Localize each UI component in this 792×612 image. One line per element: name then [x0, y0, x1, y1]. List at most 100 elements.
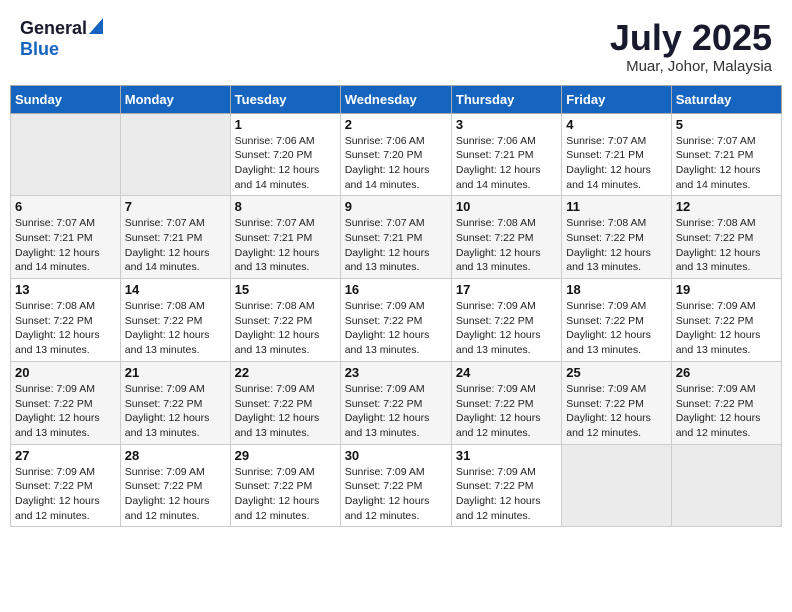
weekday-header-tuesday: Tuesday — [230, 85, 340, 113]
day-number: 25 — [566, 365, 666, 380]
calendar-cell: 21Sunrise: 7:09 AMSunset: 7:22 PMDayligh… — [120, 361, 230, 444]
day-number: 17 — [456, 282, 557, 297]
day-info: Sunrise: 7:09 AMSunset: 7:22 PMDaylight:… — [676, 382, 777, 441]
calendar-cell — [11, 113, 121, 196]
day-number: 5 — [676, 117, 777, 132]
calendar-cell: 9 Sunrise: 7:07 AMSunset: 7:21 PMDaylight… — [340, 196, 451, 279]
calendar-cell: 28Sunrise: 7:09 AMSunset: 7:22 PMDayligh… — [120, 444, 230, 527]
day-info: Sunrise: 7:09 AMSunset: 7:22 PMDaylight:… — [345, 299, 447, 358]
day-info: Sunrise: 7:09 AMSunset: 7:22 PMDaylight:… — [235, 382, 336, 441]
logo: General Blue — [20, 18, 103, 60]
day-info: Sunrise: 7:07 AMSunset: 7:21 PMDaylight:… — [345, 216, 447, 275]
day-number: 3 — [456, 117, 557, 132]
day-number: 29 — [235, 448, 336, 463]
day-number: 13 — [15, 282, 116, 297]
day-number: 23 — [345, 365, 447, 380]
calendar-cell: 13 Sunrise: 7:08 AMSunset: 7:22 PMDayligh… — [11, 279, 121, 362]
weekday-header-wednesday: Wednesday — [340, 85, 451, 113]
calendar-cell: 24 Sunrise: 7:09 AMSunset: 7:22 PMDayligh… — [451, 361, 561, 444]
calendar-cell: 27 Sunrise: 7:09 AMSunset: 7:22 PMDayligh… — [11, 444, 121, 527]
day-number: 2 — [345, 117, 447, 132]
day-info: Sunrise: 7:09 AMSunset: 7:22 PMDaylight:… — [456, 465, 557, 524]
calendar-cell: 20Sunrise: 7:09 AMSunset: 7:22 PMDayligh… — [11, 361, 121, 444]
calendar-cell: 12 Sunrise: 7:08 AMSunset: 7:22 PMDayligh… — [671, 196, 781, 279]
day-number: 22 — [235, 365, 336, 380]
day-number: 19 — [676, 282, 777, 297]
calendar-cell: 25 Sunrise: 7:09 AMSunset: 7:22 PMDayligh… — [562, 361, 671, 444]
calendar-cell: 6 Sunrise: 7:07 AMSunset: 7:21 PMDaylight… — [11, 196, 121, 279]
calendar-cell: 8Sunrise: 7:07 AMSunset: 7:21 PMDaylight… — [230, 196, 340, 279]
weekday-header-row: SundayMondayTuesdayWednesdayThursdayFrid… — [11, 85, 782, 113]
day-info: Sunrise: 7:08 AMSunset: 7:22 PMDaylight:… — [235, 299, 336, 358]
day-info: Sunrise: 7:07 AMSunset: 7:21 PMDaylight:… — [15, 216, 116, 275]
month-title: July 2025 — [610, 18, 772, 58]
calendar-cell: 29 Sunrise: 7:09 AMSunset: 7:22 PMDayligh… — [230, 444, 340, 527]
weekday-header-monday: Monday — [120, 85, 230, 113]
day-number: 12 — [676, 199, 777, 214]
day-number: 6 — [15, 199, 116, 214]
day-number: 14 — [125, 282, 226, 297]
day-info: Sunrise: 7:09 AMSunset: 7:22 PMDaylight:… — [235, 465, 336, 524]
calendar-cell: 1Sunrise: 7:06 AMSunset: 7:20 PMDaylight… — [230, 113, 340, 196]
calendar-cell: 3 Sunrise: 7:06 AMSunset: 7:21 PMDaylight… — [451, 113, 561, 196]
calendar-cell: 16 Sunrise: 7:09 AMSunset: 7:22 PMDayligh… — [340, 279, 451, 362]
day-info: Sunrise: 7:09 AMSunset: 7:22 PMDaylight:… — [15, 382, 116, 441]
day-info: Sunrise: 7:08 AMSunset: 7:22 PMDaylight:… — [566, 216, 666, 275]
calendar-cell: 15 Sunrise: 7:08 AMSunset: 7:22 PMDayligh… — [230, 279, 340, 362]
calendar-cell: 31Sunrise: 7:09 AMSunset: 7:22 PMDayligh… — [451, 444, 561, 527]
day-info: Sunrise: 7:07 AMSunset: 7:21 PMDaylight:… — [125, 216, 226, 275]
calendar-week-row: 27 Sunrise: 7:09 AMSunset: 7:22 PMDayligh… — [11, 444, 782, 527]
calendar-cell: 4Sunrise: 7:07 AMSunset: 7:21 PMDaylight… — [562, 113, 671, 196]
day-info: Sunrise: 7:09 AMSunset: 7:22 PMDaylight:… — [566, 299, 666, 358]
day-info: Sunrise: 7:06 AMSunset: 7:21 PMDaylight:… — [456, 134, 557, 193]
calendar-week-row: 1Sunrise: 7:06 AMSunset: 7:20 PMDaylight… — [11, 113, 782, 196]
calendar-cell: 18 Sunrise: 7:09 AMSunset: 7:22 PMDayligh… — [562, 279, 671, 362]
day-info: Sunrise: 7:06 AMSunset: 7:20 PMDaylight:… — [345, 134, 447, 193]
calendar-cell — [671, 444, 781, 527]
day-number: 16 — [345, 282, 447, 297]
calendar-week-row: 20Sunrise: 7:09 AMSunset: 7:22 PMDayligh… — [11, 361, 782, 444]
day-info: Sunrise: 7:09 AMSunset: 7:22 PMDaylight:… — [345, 465, 447, 524]
calendar-cell: 10 Sunrise: 7:08 AMSunset: 7:22 PMDayligh… — [451, 196, 561, 279]
day-number: 18 — [566, 282, 666, 297]
calendar-cell: 5 Sunrise: 7:07 AMSunset: 7:21 PMDaylight… — [671, 113, 781, 196]
day-number: 30 — [345, 448, 447, 463]
day-info: Sunrise: 7:08 AMSunset: 7:22 PMDaylight:… — [676, 216, 777, 275]
weekday-header-saturday: Saturday — [671, 85, 781, 113]
day-info: Sunrise: 7:07 AMSunset: 7:21 PMDaylight:… — [676, 134, 777, 193]
calendar-cell: 2 Sunrise: 7:06 AMSunset: 7:20 PMDaylight… — [340, 113, 451, 196]
day-info: Sunrise: 7:09 AMSunset: 7:22 PMDaylight:… — [566, 382, 666, 441]
calendar-cell: 7Sunrise: 7:07 AMSunset: 7:21 PMDaylight… — [120, 196, 230, 279]
day-number: 26 — [676, 365, 777, 380]
day-number: 24 — [456, 365, 557, 380]
calendar-cell: 30 Sunrise: 7:09 AMSunset: 7:22 PMDayligh… — [340, 444, 451, 527]
logo-general: General — [20, 18, 87, 39]
day-number: 15 — [235, 282, 336, 297]
day-info: Sunrise: 7:06 AMSunset: 7:20 PMDaylight:… — [235, 134, 336, 193]
location: Muar, Johor, Malaysia — [610, 58, 772, 75]
calendar-cell: 14 Sunrise: 7:08 AMSunset: 7:22 PMDayligh… — [120, 279, 230, 362]
day-number: 10 — [456, 199, 557, 214]
day-info: Sunrise: 7:09 AMSunset: 7:22 PMDaylight:… — [456, 382, 557, 441]
logo-blue: Blue — [20, 39, 59, 59]
day-number: 4 — [566, 117, 666, 132]
weekday-header-thursday: Thursday — [451, 85, 561, 113]
calendar-table: SundayMondayTuesdayWednesdayThursdayFrid… — [10, 85, 782, 528]
page-header: General Blue July 2025 Muar, Johor, Mala… — [10, 10, 782, 79]
day-info: Sunrise: 7:07 AMSunset: 7:21 PMDaylight:… — [235, 216, 336, 275]
day-info: Sunrise: 7:08 AMSunset: 7:22 PMDaylight:… — [15, 299, 116, 358]
day-number: 27 — [15, 448, 116, 463]
logo-icon — [89, 18, 103, 39]
calendar-week-row: 6 Sunrise: 7:07 AMSunset: 7:21 PMDaylight… — [11, 196, 782, 279]
calendar-week-row: 13 Sunrise: 7:08 AMSunset: 7:22 PMDayligh… — [11, 279, 782, 362]
day-number: 28 — [125, 448, 226, 463]
day-info: Sunrise: 7:09 AMSunset: 7:22 PMDaylight:… — [676, 299, 777, 358]
day-info: Sunrise: 7:08 AMSunset: 7:22 PMDaylight:… — [125, 299, 226, 358]
day-number: 9 — [345, 199, 447, 214]
day-number: 21 — [125, 365, 226, 380]
day-info: Sunrise: 7:09 AMSunset: 7:22 PMDaylight:… — [456, 299, 557, 358]
day-info: Sunrise: 7:08 AMSunset: 7:22 PMDaylight:… — [456, 216, 557, 275]
day-info: Sunrise: 7:09 AMSunset: 7:22 PMDaylight:… — [15, 465, 116, 524]
calendar-cell: 17 Sunrise: 7:09 AMSunset: 7:22 PMDayligh… — [451, 279, 561, 362]
day-number: 11 — [566, 199, 666, 214]
